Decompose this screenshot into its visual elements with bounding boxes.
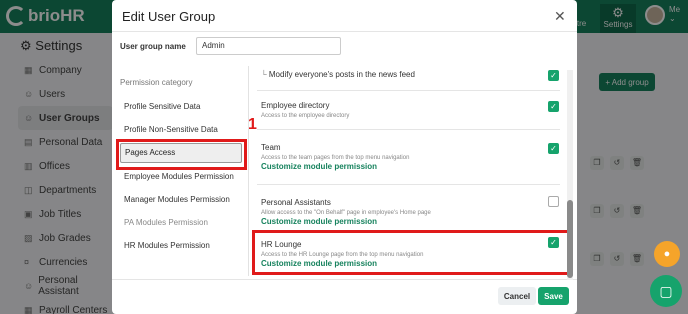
category-pa-modules-permission[interactable]: PA Modules Permission (124, 218, 208, 227)
modal-title: Edit User Group (122, 9, 216, 24)
permission-item: Employee directory Access to the employe… (261, 101, 556, 119)
permission-item: └ Modify everyone's posts in the news fe… (261, 70, 556, 79)
divider (257, 184, 560, 185)
permission-checkbox[interactable]: ✓ (548, 70, 559, 81)
category-employee-modules-permission[interactable]: Employee Modules Permission (124, 172, 234, 181)
category-manager-modules-permission[interactable]: Manager Modules Permission (124, 195, 230, 204)
divider (257, 129, 560, 130)
cancel-button[interactable]: Cancel (498, 287, 536, 305)
highlight-box-category (116, 139, 247, 170)
group-name-input[interactable]: Admin (196, 37, 341, 55)
divider (257, 90, 560, 91)
step-number: 1 (248, 116, 257, 133)
permission-name: └ Modify everyone's posts in the news fe… (261, 70, 556, 79)
permission-description: Access to the employee directory (261, 113, 350, 119)
category-profile-sensitive-data[interactable]: Profile Sensitive Data (124, 102, 200, 111)
group-name-label: User group name (120, 42, 186, 51)
permission-checkbox[interactable] (548, 196, 559, 207)
divider (112, 31, 577, 32)
close-icon[interactable]: ✕ (554, 8, 566, 25)
permission-name: Personal Assistants (261, 198, 331, 207)
customize-module-permission-link[interactable]: Customize module permission (261, 162, 556, 171)
permission-item: Team Access to the team pages from the t… (261, 143, 556, 171)
permission-description: Access to the team pages from the top me… (261, 155, 410, 161)
divider (112, 279, 577, 280)
customize-module-permission-link[interactable]: Customize module permission (261, 217, 556, 226)
person-icon[interactable]: ● (654, 241, 680, 267)
category-profile-non-sensitive-data[interactable]: Profile Non-Sensitive Data (124, 125, 218, 134)
checkmark-icon: ✓ (550, 144, 557, 153)
category-hr-modules-permission[interactable]: HR Modules Permission (124, 241, 210, 250)
scrollbar-thumb[interactable] (567, 200, 573, 278)
chat-icon[interactable]: ▢ (650, 275, 682, 307)
scrollbar[interactable] (567, 70, 573, 280)
permission-item: Personal Assistants Allow access to the … (261, 198, 556, 226)
highlight-box-permission (252, 230, 571, 275)
permission-category-panel: Permission category Profile Sensitive Da… (112, 66, 249, 276)
indent-icon: └ (261, 70, 269, 79)
permission-description: Allow access to the "On Behalf" page in … (261, 210, 431, 216)
permission-checkbox[interactable]: ✓ (548, 101, 559, 112)
checkmark-icon: ✓ (550, 71, 557, 80)
permission-name: Employee directory (261, 101, 330, 110)
permission-name-text: Modify everyone's posts in the news feed (268, 70, 415, 79)
checkmark-icon: ✓ (550, 102, 557, 111)
permission-name: Team (261, 143, 281, 152)
permission-category-heading: Permission category (120, 78, 193, 87)
permission-checkbox[interactable]: ✓ (548, 143, 559, 154)
save-button[interactable]: Save (538, 287, 569, 305)
